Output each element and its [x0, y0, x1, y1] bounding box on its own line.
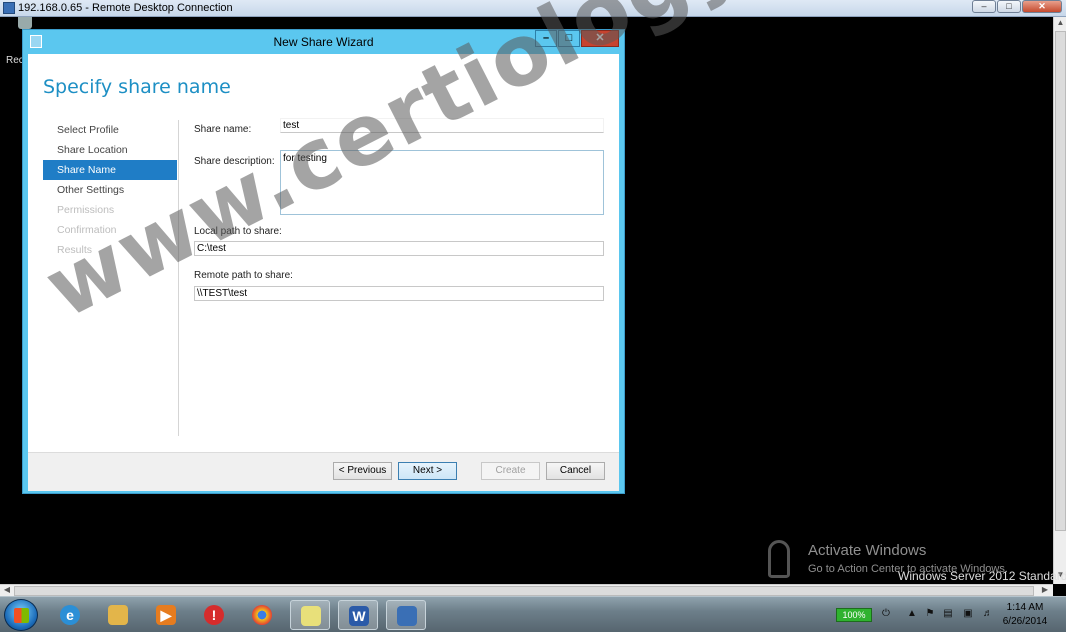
taskbar-clock[interactable]: 1:14 AM 6/26/2014: [990, 601, 1060, 629]
share-description-textarea[interactable]: for testing: [280, 150, 604, 215]
nav-step-confirmation: Confirmation: [57, 224, 117, 236]
previous-button[interactable]: < Previous: [333, 462, 392, 480]
nav-step-share-name[interactable]: Share Name: [43, 160, 177, 180]
taskbar-internet-explorer[interactable]: e: [50, 600, 90, 630]
cancel-button[interactable]: Cancel: [546, 462, 605, 480]
nav-step-permissions: Permissions: [57, 204, 115, 216]
device-icon[interactable]: ▤: [942, 608, 954, 620]
remote-desktop-taskbar-icon: [397, 606, 417, 626]
key-icon: [768, 540, 790, 578]
wizard-maximize-button[interactable]: □: [558, 30, 580, 47]
nav-step-other-settings[interactable]: Other Settings: [43, 180, 177, 200]
wizard-close-button[interactable]: ✕: [581, 30, 619, 47]
vertical-scrollbar[interactable]: ▲ ▼: [1053, 17, 1066, 584]
chrome-icon: [252, 605, 272, 625]
wizard-window-controls: – □ ✕: [534, 30, 619, 47]
show-hidden-icons-icon[interactable]: ▲: [906, 608, 918, 620]
rdp-window-title: 192.168.0.65 - Remote Desktop Connection: [18, 2, 233, 14]
share-description-label: Share description:: [194, 156, 275, 167]
activation-title: Activate Windows: [808, 542, 927, 559]
taskbar-media-player[interactable]: ▶: [146, 600, 186, 630]
new-share-wizard-window: New Share Wizard – □ ✕ Specify share nam…: [22, 29, 625, 494]
start-button[interactable]: [4, 599, 38, 631]
horizontal-scroll-thumb[interactable]: [14, 586, 1034, 596]
scroll-left-icon[interactable]: ◀: [1, 585, 13, 596]
nav-step-share-location[interactable]: Share Location: [43, 140, 177, 160]
folder-icon: [108, 605, 128, 625]
next-button[interactable]: Next >: [398, 462, 457, 480]
taskbar-notes[interactable]: [290, 600, 330, 630]
rdp-close-button[interactable]: ✕: [1022, 0, 1062, 13]
taskbar-chrome[interactable]: [242, 600, 282, 630]
page-title: Specify share name: [43, 76, 231, 98]
remote-path-label: Remote path to share:: [194, 270, 293, 281]
battery-indicator[interactable]: 100%: [836, 608, 872, 622]
network-icon[interactable]: ▣: [962, 608, 974, 620]
wizard-titlebar[interactable]: New Share Wizard – □ ✕: [23, 30, 624, 54]
local-path-label: Local path to share:: [194, 226, 282, 237]
action-center-flag-icon[interactable]: ⚑: [924, 608, 936, 620]
power-plug-icon[interactable]: ⏻: [880, 608, 892, 620]
word-icon: W: [349, 606, 369, 626]
remote-desktop-icon: [3, 2, 15, 14]
nav-step-results: Results: [57, 244, 93, 256]
taskbar-remote-desktop[interactable]: [386, 600, 426, 630]
share-name-input[interactable]: test: [280, 118, 604, 133]
taskbar-security-app[interactable]: !: [194, 600, 234, 630]
nav-divider: [178, 120, 179, 436]
wizard-body: Specify share name Select Profile Share …: [28, 54, 619, 452]
wizard-minimize-button[interactable]: –: [535, 30, 557, 47]
horizontal-scrollbar[interactable]: ◀ ▶: [0, 584, 1053, 596]
windows-logo-icon: [14, 608, 29, 623]
internet-explorer-icon: e: [60, 605, 80, 625]
sticky-notes-icon: [301, 606, 321, 626]
scroll-up-icon[interactable]: ▲: [1055, 18, 1066, 30]
vertical-scroll-thumb[interactable]: [1055, 31, 1066, 531]
taskbar-file-explorer[interactable]: [98, 600, 138, 630]
rdp-window-controls: – □ ✕: [971, 0, 1062, 15]
recycle-bin-icon[interactable]: [18, 17, 32, 29]
rdp-minimize-button[interactable]: –: [972, 0, 996, 13]
create-button: Create: [481, 462, 540, 480]
local-path-field[interactable]: C:\test: [194, 241, 604, 256]
wizard-footer: < Previous Next > Create Cancel: [28, 452, 619, 491]
remote-path-field[interactable]: \\TEST\test: [194, 286, 604, 301]
share-name-label: Share name:: [194, 124, 252, 135]
scroll-right-icon[interactable]: ▶: [1039, 585, 1051, 596]
taskbar-word[interactable]: W: [338, 600, 378, 630]
windows-edition-text: Windows Server 2012 Standard: [898, 569, 1066, 583]
security-shield-icon: !: [204, 605, 224, 625]
clock-time: 1:14 AM: [1006, 602, 1044, 613]
taskbar: e ▶ ! W 100% ⏻ ▲ ⚑ ▤ ▣ ♬ 1:14 AM 6/26/20…: [0, 596, 1066, 632]
nav-step-select-profile[interactable]: Select Profile: [43, 120, 177, 140]
media-player-icon: ▶: [156, 605, 176, 625]
wizard-step-nav: Select Profile Share Location Share Name…: [43, 120, 177, 260]
rdp-titlebar[interactable]: 192.168.0.65 - Remote Desktop Connection…: [0, 0, 1066, 17]
rdp-maximize-button[interactable]: □: [997, 0, 1021, 13]
clock-date: 6/26/2014: [1002, 616, 1048, 627]
